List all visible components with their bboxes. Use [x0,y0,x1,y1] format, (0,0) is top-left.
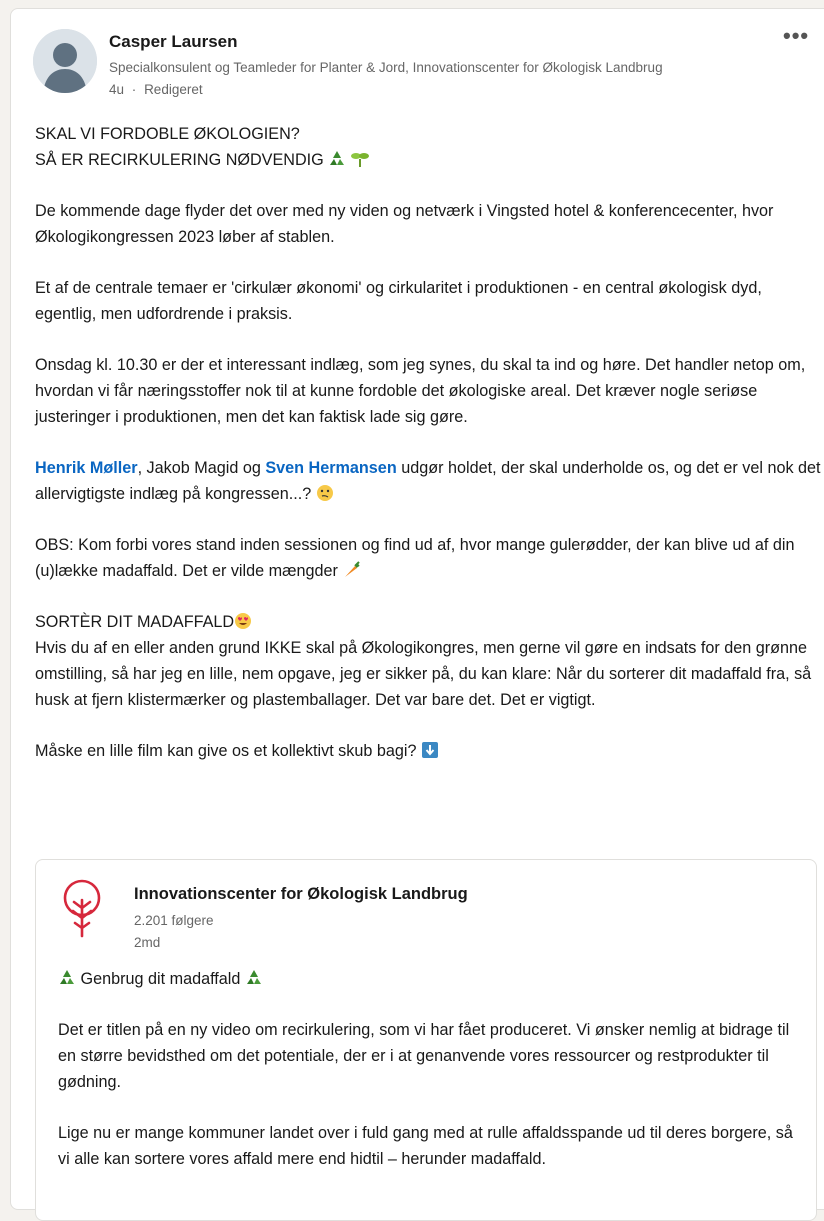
seedling-icon [350,153,369,167]
recycle-icon [246,970,261,984]
shared-paragraph-2: Lige nu er mange kommuner landet over i … [58,1124,793,1168]
mention-henrik[interactable]: Henrik Møller [35,459,138,477]
post-body: SKAL VI FORDOBLE ØKOLOGIEN? SÅ ER RECIRK… [35,121,824,789]
post-paragraph-6: Hvis du af en eller anden grund IKKE ska… [35,639,812,709]
shared-title-line: Genbrug dit madaffald [58,966,798,992]
org-logo-icon[interactable] [62,878,102,944]
mention-sven[interactable]: Sven Hermansen [265,459,396,477]
carrot-icon [345,561,361,577]
author-name[interactable]: Casper Laursen [109,32,238,52]
shared-paragraph-1: Det er titlen på en ny video om recirkul… [58,1021,790,1091]
shared-post[interactable]: Innovationscenter for Økologisk Landbrug… [35,859,817,1221]
meta-separator: · [131,82,137,97]
post-paragraph-4: Henrik Møller, Jakob Magid og Sven Herma… [35,455,824,507]
org-followers: 2.201 følgere [134,913,214,928]
post-card: Casper Laursen Specialkonsulent og Teaml… [10,8,824,1221]
post-title-text: SÅ ER RECIRKULERING NØDVENDIG [35,151,324,169]
org-name[interactable]: Innovationscenter for Økologisk Landbrug [134,885,468,904]
thinking-face-icon [316,485,333,501]
post-paragraph-1: De kommende dage flyder det over med ny … [35,202,774,246]
post-paragraph-7: Måske en lille film kan give os et kolle… [35,738,824,764]
person-placeholder-icon [33,29,97,93]
post-p5-text: OBS: Kom forbi vores stand inden session… [35,536,795,580]
recycle-icon [60,970,74,984]
more-options-icon[interactable]: ••• [783,25,809,47]
sort-title-text: SORTÈR DIT MADAFFALD [35,613,235,631]
shared-post-body: Genbrug dit madaffald Det er titlen på e… [58,966,798,1197]
post-paragraph-5: OBS: Kom forbi vores stand inden session… [35,532,824,584]
post-header: Casper Laursen Specialkonsulent og Teaml… [11,9,824,109]
post-paragraph-2: Et af de centrale temaer er 'cirkulær øk… [35,279,762,323]
post-p7-text: Måske en lille film kan give os et kolle… [35,742,417,760]
org-post-time: 2md [134,935,161,950]
post-title-line2: SÅ ER RECIRKULERING NØDVENDIG [35,147,824,173]
post-time: 4u [109,82,125,97]
avatar[interactable] [33,29,97,93]
post-meta: 4u · Redigeret [109,82,203,97]
shared-title-text: Genbrug dit madaffald [80,970,241,988]
post-paragraph-3: Onsdag kl. 10.30 er der et interessant i… [35,356,806,426]
edited-label: Redigeret [144,82,203,97]
post-title-line1: SKAL VI FORDOBLE ØKOLOGIEN? [35,125,300,143]
heart-eyes-icon [235,613,252,629]
sort-title-line: SORTÈR DIT MADAFFALD [35,609,824,635]
post-p4-mid: , Jakob Magid og [137,459,266,477]
recycle-icon [330,151,345,165]
down-arrow-icon [421,742,438,758]
author-headline: Specialkonsulent og Teamleder for Plante… [109,60,663,75]
